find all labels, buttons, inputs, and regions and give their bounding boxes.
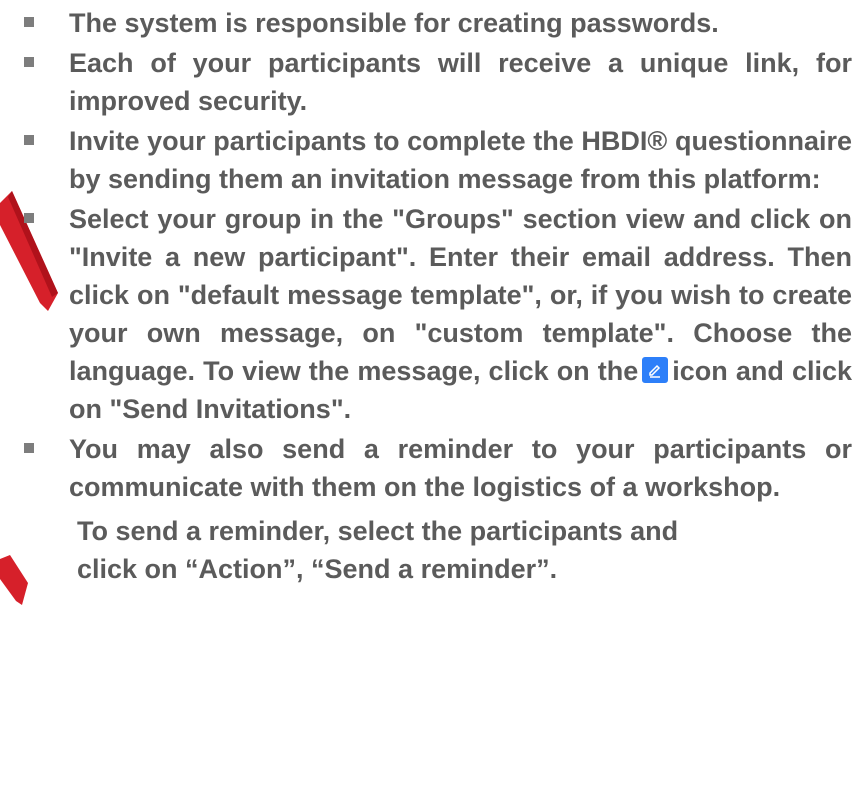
reminder-line-2: click on “Action”, “Send a reminder”. <box>77 554 558 584</box>
square-bullet-icon <box>24 135 34 145</box>
list-item-text: Invite your participants to complete the… <box>69 126 852 194</box>
list-item-unique-link: Each of your participants will receive a… <box>0 44 858 120</box>
list-item-text: The system is responsible for creating p… <box>69 8 719 38</box>
list-item-invite: Invite your participants to complete the… <box>0 122 858 198</box>
list-item-reminder: You may also send a reminder to your par… <box>0 430 858 506</box>
edit-pencil-icon[interactable] <box>642 357 669 383</box>
list-item-text: You may also send a reminder to your par… <box>69 434 852 502</box>
square-bullet-icon <box>24 57 34 67</box>
list-item-select-group: Select your group in the "Groups" sectio… <box>0 200 858 428</box>
list-item-passwords: The system is responsible for creating p… <box>0 4 858 42</box>
document-page: The system is responsible for creating p… <box>0 0 858 804</box>
reminder-line-1: To send a reminder, select the participa… <box>77 516 679 546</box>
reminder-instructions: To send a reminder, select the participa… <box>0 512 858 588</box>
bullet-list: The system is responsible for creating p… <box>0 4 858 588</box>
list-item-text: Each of your participants will receive a… <box>69 48 852 116</box>
square-bullet-icon <box>24 213 34 223</box>
square-bullet-icon <box>24 443 34 453</box>
square-bullet-icon <box>24 17 34 27</box>
